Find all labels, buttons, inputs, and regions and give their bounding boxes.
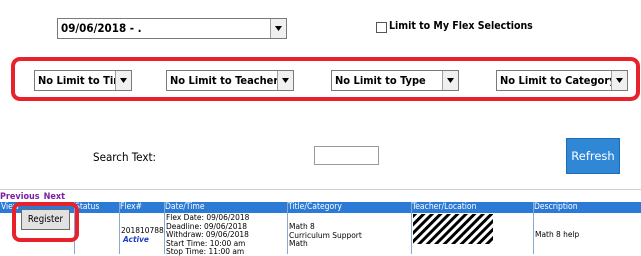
date-select-value: 09/06/2018 - . (61, 21, 142, 35)
subject: Math (289, 238, 308, 248)
refresh-button[interactable]: Refresh (566, 138, 620, 174)
description: Math 8 help (535, 229, 580, 239)
col-header-description: Description (534, 202, 578, 212)
previous-link[interactable]: Previous (0, 192, 40, 202)
limit-checkbox-label: Limit to My Flex Selections (389, 20, 533, 32)
redacted-teacher-location (413, 214, 493, 244)
search-label: Search Text: (93, 150, 156, 164)
column-divider (411, 202, 412, 254)
status-badge: Active (123, 234, 150, 244)
register-highlight (12, 202, 79, 242)
col-header-teacher: Teacher/Location (412, 202, 477, 212)
pager: Previous Next (0, 192, 69, 202)
column-divider (533, 202, 534, 254)
column-divider (119, 202, 120, 254)
table-header: View Status Flex# Date/Time Title/Catego… (0, 202, 641, 213)
column-divider (164, 202, 165, 254)
search-input[interactable] (314, 146, 379, 165)
chevron-down-icon (270, 19, 286, 38)
divider (0, 189, 641, 190)
column-divider (287, 202, 288, 254)
limit-checkbox[interactable] (376, 22, 387, 33)
col-header-flex: Flex# (120, 202, 143, 212)
filters-highlight (11, 57, 640, 101)
date-select[interactable]: 09/06/2018 - . (57, 18, 287, 39)
stop-time: Stop Time: 11:00 am (166, 246, 245, 256)
next-link[interactable]: Next (44, 192, 65, 202)
col-header-title: Title/Category (288, 202, 342, 212)
